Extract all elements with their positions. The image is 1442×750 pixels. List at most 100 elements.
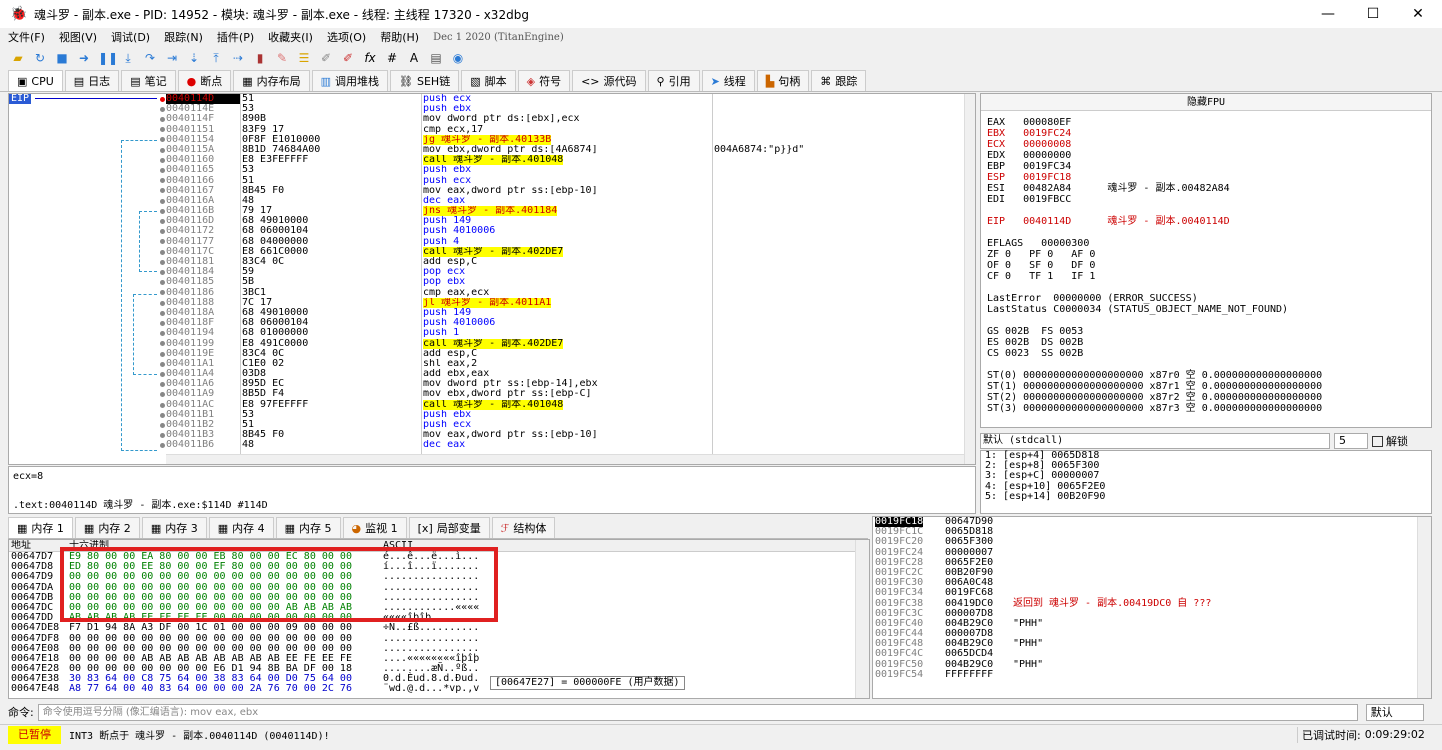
disasm-row[interactable]: push 4: [423, 237, 712, 247]
tab-memory-3[interactable]: ▦ 内存 3: [141, 517, 207, 538]
disasm-row[interactable]: call 魂斗罗 - 副本.402DE7: [423, 246, 712, 257]
disasm-row[interactable]: push ecx: [423, 176, 712, 186]
arg-count-spinner[interactable]: 5: [1334, 433, 1368, 449]
menu-favourites[interactable]: 收藏夹(I): [268, 29, 313, 45]
disasm-address[interactable]: 00401184: [166, 267, 240, 277]
breakpoint-dot[interactable]: [160, 157, 165, 163]
bookmark-icon[interactable]: ✐: [340, 50, 356, 66]
patch-icon[interactable]: ✎: [274, 50, 290, 66]
disasm-horizontal-scrollbar[interactable]: [166, 454, 964, 464]
disasm-row[interactable]: push ecx: [423, 420, 712, 430]
tab-trace[interactable]: ⌘ 跟踪: [811, 70, 867, 91]
menu-trace[interactable]: 跟踪(N): [164, 29, 203, 45]
disasm-row[interactable]: push 4010006: [423, 318, 712, 328]
disasm-address[interactable]: 00401160: [166, 155, 240, 165]
tab-memory-2[interactable]: ▦ 内存 2: [74, 517, 140, 538]
disasm-row[interactable]: cmp eax,ecx: [423, 288, 712, 298]
hide-fpu-button[interactable]: 隐藏FPU: [981, 94, 1431, 111]
breakpoint-dot[interactable]: [160, 392, 165, 398]
breakpoint-dot[interactable]: [160, 208, 165, 214]
disasm-row[interactable]: jns 魂斗罗 - 副本.401184: [423, 206, 712, 217]
tab-threads[interactable]: ➤ 线程: [701, 70, 755, 91]
disasm-address[interactable]: 00401199: [166, 339, 240, 349]
tab-symbols[interactable]: ◈ 符号: [517, 70, 571, 91]
disasm-row[interactable]: add esp,C: [423, 257, 712, 267]
disasm-address[interactable]: 004011B2: [166, 420, 240, 430]
register-line[interactable]: LastStatus C0000034 (STATUS_OBJECT_NAME_…: [987, 304, 1431, 315]
disasm-address[interactable]: 004011AC: [166, 400, 240, 410]
disasm-row[interactable]: pop ecx: [423, 267, 712, 277]
register-line[interactable]: [987, 359, 1431, 370]
stack-row[interactable]: 0019FC54 FFFFFFFF: [873, 669, 1431, 680]
register-line[interactable]: EFLAGS 00000300: [987, 238, 1431, 249]
disasm-row[interactable]: dec eax: [423, 196, 712, 206]
breakpoint-dot[interactable]: [160, 269, 165, 275]
disasm-address[interactable]: 0040114D: [166, 94, 240, 105]
disasm-address[interactable]: 004011B1: [166, 410, 240, 420]
breakpoint-dot[interactable]: [160, 310, 165, 316]
tab-references[interactable]: ⚲ 引用: [647, 70, 700, 91]
disasm-address[interactable]: 004011B6: [166, 440, 240, 450]
breakpoint-dot[interactable]: [160, 259, 165, 265]
disasm-row[interactable]: push ebx: [423, 104, 712, 114]
register-line[interactable]: EIP 0040114D 魂斗罗 - 副本.0040114D: [987, 216, 1431, 227]
calculator-icon[interactable]: ▤: [428, 50, 444, 66]
breakpoint-dot[interactable]: [160, 280, 165, 286]
tab-memory-5[interactable]: ▦ 内存 5: [275, 517, 341, 538]
menu-help[interactable]: 帮助(H): [380, 29, 419, 45]
register-line[interactable]: ESP 0019FC18: [987, 172, 1431, 183]
tab-watch-1[interactable]: ◕ 监视 1: [342, 517, 407, 538]
calling-convention-select[interactable]: 默认 (stdcall): [980, 433, 1330, 449]
disasm-address[interactable]: 00401177: [166, 237, 240, 247]
breakpoint-dot[interactable]: [160, 178, 165, 184]
disasm-address[interactable]: 00401194: [166, 328, 240, 338]
disasm-address[interactable]: 0040115A: [166, 145, 240, 155]
disasm-row[interactable]: push 1: [423, 328, 712, 338]
disasm-row[interactable]: push 149: [423, 308, 712, 318]
register-line[interactable]: ZF 0 PF 0 AF 0: [987, 249, 1431, 260]
trace-into-icon[interactable]: ⇥: [164, 50, 180, 66]
breakpoint-dot[interactable]: [160, 443, 165, 449]
disasm-address[interactable]: 00401181: [166, 257, 240, 267]
register-line[interactable]: EAX 000080EF: [987, 117, 1431, 128]
dump-row[interactable]: 00647E48 A8 77 64 00 40 83 64 00 00 00 2A…: [9, 684, 869, 694]
registers-panel[interactable]: 隐藏FPU EAX 000080EF EBX 0019FC24 ECX 000000…: [980, 93, 1432, 428]
disasm-address[interactable]: 00401185: [166, 277, 240, 287]
tab-struct[interactable]: ℱ 结构体: [491, 517, 556, 538]
register-line[interactable]: [987, 282, 1431, 293]
disasm-row[interactable]: push ecx: [423, 94, 712, 104]
breakpoint-dot[interactable]: [160, 433, 165, 439]
disasm-row[interactable]: call 魂斗罗 - 副本.402DE7: [423, 338, 712, 349]
run-to-return-icon[interactable]: ⤒: [208, 50, 224, 66]
scylla-icon[interactable]: ▮: [252, 50, 268, 66]
stack-row[interactable]: 0019FC34 0019FC68: [873, 588, 1431, 598]
disasm-row[interactable]: push 149: [423, 216, 712, 226]
tab-memory-4[interactable]: ▦ 内存 4: [208, 517, 274, 538]
open-icon[interactable]: ▰: [10, 50, 26, 66]
breakpoint-dot[interactable]: [160, 320, 165, 326]
register-line[interactable]: CF 0 TF 1 IF 1: [987, 271, 1431, 282]
register-line[interactable]: [987, 227, 1431, 238]
breakpoint-dot[interactable]: [160, 422, 165, 428]
menu-file[interactable]: 文件(F): [8, 29, 45, 45]
disasm-row[interactable]: mov eax,dword ptr ss:[ebp-10]: [423, 430, 712, 440]
breakpoint-dot[interactable]: [160, 249, 165, 255]
close-button[interactable]: ✕: [1395, 0, 1441, 28]
label-icon[interactable]: ✐: [318, 50, 334, 66]
menu-plugins[interactable]: 插件(P): [217, 29, 254, 45]
disasm-row[interactable]: mov ebx,dword ptr ss:[ebp-C]: [423, 389, 712, 399]
disasm-row[interactable]: jg 魂斗罗 - 副本.40133B: [423, 134, 712, 145]
register-line[interactable]: EDX 00000000: [987, 150, 1431, 161]
tab-locals[interactable]: [x] 局部变量: [408, 517, 490, 538]
register-line[interactable]: ESI 00482A84 魂斗罗 - 副本.00482A84: [987, 183, 1431, 194]
breakpoint-dot[interactable]: [160, 402, 165, 408]
disasm-row[interactable]: pop ebx: [423, 277, 712, 287]
register-line[interactable]: CS 0023 SS 002B: [987, 348, 1431, 359]
breakpoint-dot[interactable]: [160, 412, 165, 418]
disasm-address[interactable]: 0040116D: [166, 216, 240, 226]
breakpoint-dot[interactable]: [160, 147, 165, 153]
disasm-row[interactable]: push ebx: [423, 165, 712, 175]
breakpoint-dot[interactable]: [160, 351, 165, 357]
breakpoint-dot[interactable]: [160, 341, 165, 347]
tab-handles[interactable]: ▙ 句柄: [756, 70, 810, 91]
